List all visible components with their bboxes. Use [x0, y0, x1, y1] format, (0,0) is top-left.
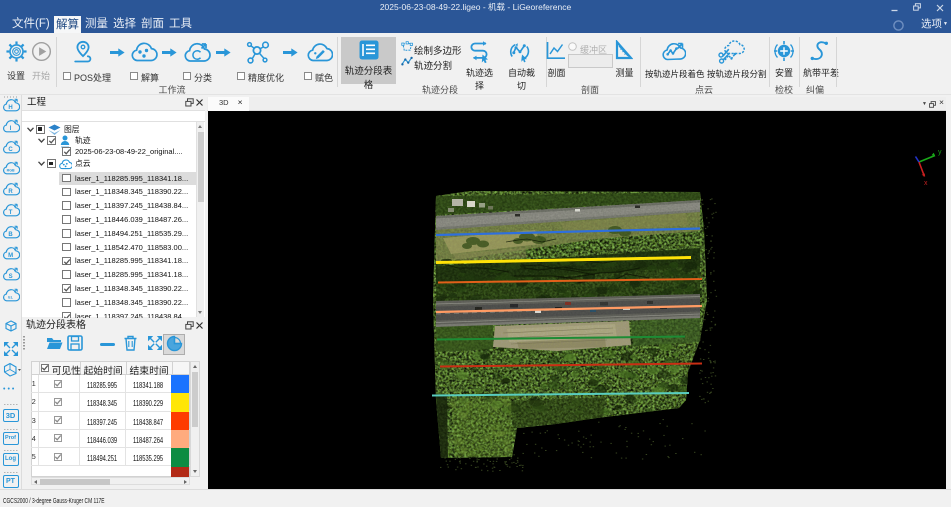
svg-text:EL: EL: [8, 296, 13, 300]
svg-text:x: x: [924, 180, 928, 187]
svg-text:H: H: [8, 105, 12, 111]
svg-text:RGB: RGB: [7, 169, 15, 173]
svg-text:R: R: [8, 189, 13, 195]
svg-text:B: B: [8, 232, 13, 238]
svg-text:S: S: [9, 274, 13, 280]
svg-text:C: C: [8, 147, 13, 153]
svg-text:I: I: [10, 126, 12, 132]
svg-text:M: M: [8, 253, 13, 259]
svg-text:T: T: [9, 210, 13, 216]
svg-text:y: y: [938, 149, 942, 156]
